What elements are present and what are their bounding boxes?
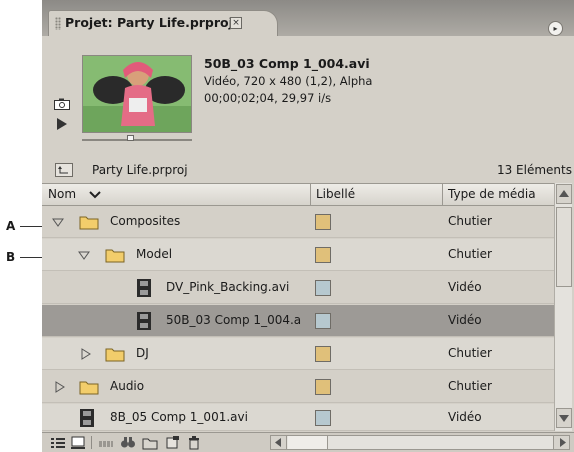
- row-type: Chutier: [448, 379, 492, 393]
- folder-icon: [105, 249, 125, 263]
- chevron-down-icon[interactable]: [89, 191, 101, 199]
- play-icon[interactable]: [56, 118, 68, 130]
- scroll-left-button[interactable]: [271, 436, 287, 449]
- icon-view-icon[interactable]: [70, 435, 86, 450]
- row-type: Vidéo: [448, 313, 482, 327]
- label-swatch[interactable]: [315, 313, 331, 329]
- preview-area: 50B_03 Comp 1_004.avi Vidéo, 720 x 480 (…: [42, 36, 574, 150]
- scroll-down-button[interactable]: [556, 408, 572, 428]
- table-row[interactable]: DJ Chutier: [42, 338, 554, 370]
- folder-icon: [105, 348, 125, 362]
- label-swatch[interactable]: [315, 410, 331, 426]
- arrow-down-icon: [559, 415, 569, 422]
- expand-triangle-open-icon[interactable]: [78, 249, 90, 261]
- film-icon: [80, 409, 94, 427]
- label-swatch[interactable]: [315, 247, 331, 263]
- label-swatch[interactable]: [315, 280, 331, 296]
- vertical-scrollbar[interactable]: [554, 183, 572, 431]
- callout-b-label: B: [6, 250, 16, 264]
- clip-thumbnail: [82, 55, 192, 133]
- scroll-thumb[interactable]: [556, 207, 572, 287]
- close-icon[interactable]: ×: [230, 17, 242, 29]
- row-type: Chutier: [448, 214, 492, 228]
- clip-format: Vidéo, 720 x 480 (1,2), Alpha: [204, 74, 373, 88]
- row-name: DV_Pink_Backing.avi: [166, 280, 290, 294]
- items-count: 13 Eléments: [496, 163, 572, 177]
- row-name: 8B_05 Comp 1_001.avi: [110, 410, 248, 424]
- row-type: Chutier: [448, 346, 492, 360]
- row-name: Composites: [110, 214, 181, 228]
- panel-tab-bar: Projet: Party Life.prproj × ▸: [42, 0, 574, 36]
- folder-icon: [79, 381, 99, 395]
- label-swatch[interactable]: [315, 379, 331, 395]
- column-divider[interactable]: [442, 184, 443, 206]
- find-icon[interactable]: [120, 435, 136, 450]
- expand-triangle-closed-icon[interactable]: [80, 348, 92, 360]
- trash-icon[interactable]: [186, 435, 202, 450]
- table-row[interactable]: 8B_05 Comp 1_001.avi Vidéo: [42, 404, 554, 431]
- horizontal-scroll-thumb[interactable]: [288, 436, 328, 449]
- panel-menu-icon[interactable]: ▸: [548, 21, 563, 36]
- row-type: Chutier: [448, 247, 492, 261]
- expand-triangle-closed-icon[interactable]: [54, 381, 66, 393]
- tab-title: Projet: Party Life.prproj: [65, 15, 233, 30]
- table-header: Nom Libellé Type de média: [42, 183, 554, 206]
- arrow-left-icon: [275, 438, 281, 447]
- row-type: Vidéo: [448, 280, 482, 294]
- project-name: Party Life.prproj: [92, 163, 188, 177]
- row-name: Model: [136, 247, 173, 261]
- tab-project[interactable]: Projet: Party Life.prproj ×: [48, 10, 278, 36]
- horizontal-scrollbar[interactable]: [270, 435, 570, 450]
- table-row[interactable]: Audio Chutier: [42, 371, 554, 403]
- table-row[interactable]: Composites Chutier: [42, 206, 554, 238]
- row-name: 50B_03 Comp 1_004.a: [166, 313, 302, 327]
- project-info-row: Party Life.prproj 13 Eléments: [42, 160, 574, 182]
- callout-a-label: A: [6, 219, 16, 233]
- row-name: Audio: [110, 379, 145, 393]
- row-type: Vidéo: [448, 410, 482, 424]
- preview-scrubber[interactable]: [82, 135, 192, 141]
- film-icon: [137, 312, 151, 330]
- scroll-right-button[interactable]: [553, 436, 569, 449]
- label-swatch[interactable]: [315, 214, 331, 230]
- label-swatch[interactable]: [315, 346, 331, 362]
- column-divider[interactable]: [310, 184, 311, 206]
- column-header-label[interactable]: Libellé: [316, 187, 355, 201]
- film-icon: [137, 279, 151, 297]
- column-header-media-type[interactable]: Type de média: [448, 187, 536, 201]
- scroll-up-button[interactable]: [556, 184, 572, 204]
- automate-icon[interactable]: [98, 435, 114, 450]
- arrow-up-icon: [559, 190, 569, 197]
- bottom-toolbar: [42, 432, 574, 452]
- expand-triangle-open-icon[interactable]: [52, 216, 64, 228]
- table-row-selected[interactable]: 50B_03 Comp 1_004.a Vidéo: [42, 305, 554, 337]
- grip-icon[interactable]: [55, 17, 61, 30]
- scrubber-handle[interactable]: [127, 135, 134, 141]
- arrow-right-icon: [560, 438, 566, 447]
- table-row[interactable]: Model Chutier: [42, 239, 554, 271]
- clip-name: 50B_03 Comp 1_004.avi: [204, 56, 370, 71]
- row-name: DJ: [136, 346, 149, 360]
- toolbar-divider: [91, 436, 92, 449]
- column-header-name[interactable]: Nom: [48, 187, 76, 201]
- new-item-icon[interactable]: [164, 435, 180, 450]
- table-row[interactable]: DV_Pink_Backing.avi Vidéo: [42, 272, 554, 304]
- camera-icon[interactable]: [54, 98, 70, 110]
- project-table: Nom Libellé Type de média Composites Chu…: [42, 183, 554, 431]
- thumbnail-image: [83, 56, 191, 132]
- project-panel: Projet: Party Life.prproj × ▸ 50B_03 Com…: [42, 0, 574, 452]
- new-bin-icon[interactable]: [142, 435, 158, 450]
- list-view-icon[interactable]: [50, 435, 66, 450]
- parent-folder-icon[interactable]: [55, 163, 73, 177]
- clip-duration: 00;00;02;04, 29,97 i/s: [204, 91, 332, 105]
- folder-icon: [79, 216, 99, 230]
